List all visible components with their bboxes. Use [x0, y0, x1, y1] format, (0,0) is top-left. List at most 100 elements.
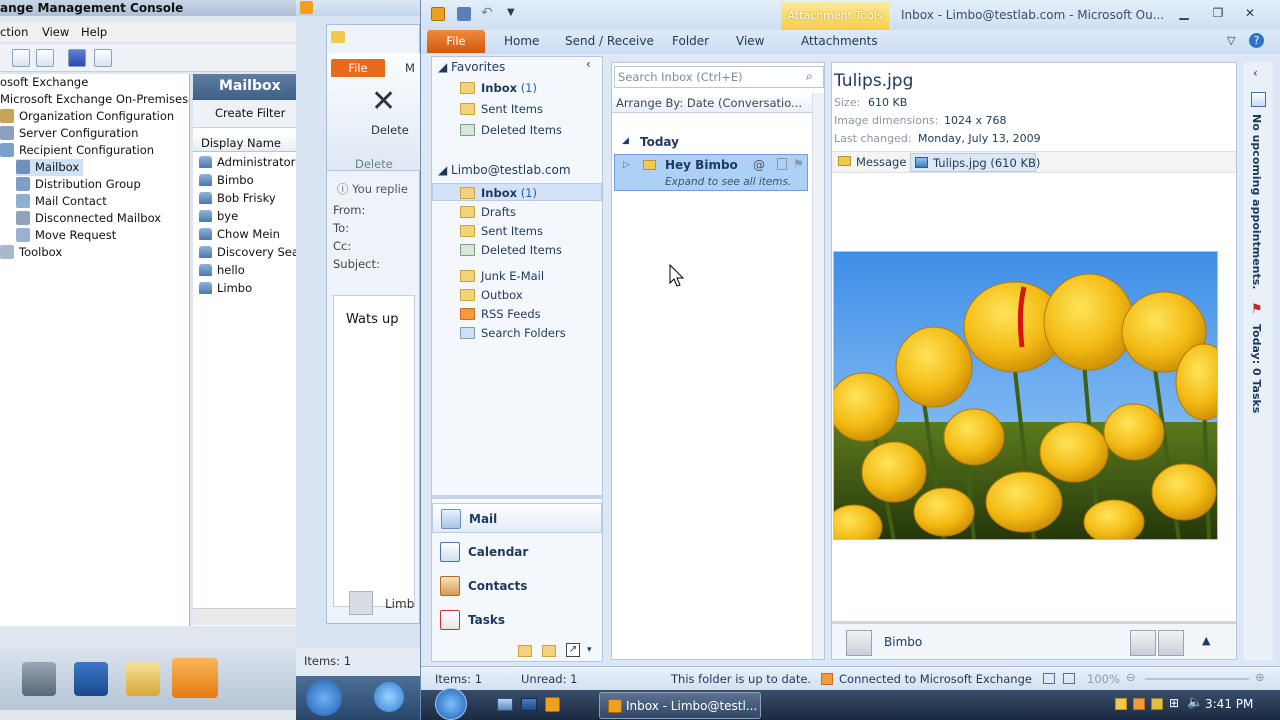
configure-buttons-icon[interactable]: ▾ — [587, 645, 592, 655]
message-tab[interactable]: Message — [856, 155, 906, 169]
help-icon[interactable]: ? — [1249, 33, 1264, 48]
favorite-sent-items[interactable]: Sent Items — [460, 100, 543, 118]
calendar-icon[interactable] — [1251, 92, 1266, 107]
qat-dropdown-icon[interactable]: ▼ — [507, 7, 515, 18]
tab-view[interactable]: View — [736, 34, 764, 48]
tab-home[interactable]: Home — [504, 34, 539, 48]
pane-icon[interactable] — [94, 49, 112, 67]
nav-tasks[interactable]: Tasks — [432, 605, 602, 635]
tray-warning-icon[interactable] — [1133, 698, 1145, 710]
tray-icon[interactable] — [1151, 698, 1163, 710]
tree-item[interactable]: Toolbox — [0, 244, 62, 261]
splitter[interactable] — [432, 495, 602, 499]
up-icon[interactable] — [12, 49, 30, 67]
message-body[interactable]: Wats up — [333, 295, 415, 607]
message-row[interactable]: ▷ Hey Bimbo @ ⚑ Expand to see all items. — [614, 154, 808, 191]
undo-icon[interactable]: ↶ — [481, 5, 493, 21]
zoom-level[interactable]: 100% — [1087, 672, 1120, 686]
folder-sent-items[interactable]: Sent Items — [460, 222, 543, 240]
volume-icon[interactable]: 🔈 — [1187, 695, 1203, 710]
list-item[interactable]: Chow Mein — [199, 225, 280, 243]
collapse-group-icon[interactable]: ◢ — [622, 136, 629, 146]
favorite-inbox[interactable]: Inbox (1) — [460, 79, 537, 97]
horizontal-scrollbar[interactable] — [193, 608, 296, 625]
nav-calendar[interactable]: Calendar — [432, 537, 602, 567]
help-icon[interactable] — [68, 49, 86, 67]
tree-item[interactable]: Distribution Group — [16, 176, 141, 193]
tab-folder[interactable]: Folder — [672, 34, 709, 48]
folder-rss-feeds[interactable]: RSS Feeds — [460, 305, 541, 323]
clock[interactable]: 3:41 PM — [1205, 697, 1253, 711]
message-tab[interactable]: M — [405, 61, 415, 75]
menu-view[interactable]: View — [42, 25, 69, 39]
tree-item[interactable]: Move Request — [16, 227, 116, 244]
list-item[interactable]: Discovery Sea — [199, 243, 299, 261]
attachment-file-tab[interactable]: Tulips.jpg (610 KB) — [910, 153, 1040, 172]
expand-icon[interactable]: ▷ — [623, 160, 630, 170]
account-header[interactable]: ◢ Limbo@testlab.com — [438, 163, 571, 177]
flag-icon[interactable]: ⚑ — [793, 157, 804, 171]
shortcuts-icon[interactable]: ↗ — [566, 643, 580, 657]
properties-icon[interactable] — [36, 49, 54, 67]
folder-deleted-items[interactable]: Deleted Items — [460, 241, 562, 259]
explorer-icon[interactable] — [126, 662, 160, 696]
exchange-icon[interactable] — [172, 658, 218, 698]
taskbar-button-outlook[interactable]: Inbox - Limbo@testl... — [599, 692, 761, 719]
maximize-icon[interactable]: ❐ — [1211, 6, 1225, 20]
folder-outbox[interactable]: Outbox — [460, 286, 523, 304]
delete-icon[interactable]: ✕ — [371, 87, 396, 117]
menu-action[interactable]: ction — [0, 25, 28, 39]
start-button[interactable] — [306, 680, 342, 716]
tree-item-mailbox[interactable]: Mailbox — [16, 159, 84, 176]
notes-icon[interactable] — [518, 645, 532, 657]
delete-button[interactable]: Delete — [371, 123, 409, 137]
arrange-by-header[interactable]: Arrange By: Date (Conversatio... — [612, 93, 812, 113]
favorites-header[interactable]: ◢ Favorites — [438, 60, 505, 74]
save-icon[interactable] — [457, 7, 471, 21]
folder-junk-email[interactable]: Junk E-Mail — [460, 267, 544, 285]
zoom-slider[interactable] — [1145, 678, 1249, 680]
list-item[interactable]: Administrator — [199, 153, 295, 171]
expand-people-pane-icon[interactable]: ▲ — [1202, 634, 1210, 647]
tree-item[interactable]: Microsoft Exchange On-Premises (ex — [0, 91, 210, 108]
powershell-icon[interactable] — [74, 662, 108, 696]
search-input[interactable]: Search Inbox (Ctrl+E) — [614, 66, 824, 88]
folder-search-folders[interactable]: Search Folders — [460, 324, 566, 342]
normal-view-icon[interactable] — [1043, 673, 1055, 684]
menu-help[interactable]: Help — [81, 25, 107, 39]
network-icon[interactable]: ⊞ — [1169, 696, 1179, 710]
tree-item[interactable]: Recipient Configuration — [0, 142, 154, 159]
reading-view-icon[interactable] — [1063, 673, 1075, 684]
close-icon[interactable]: ✕ — [1243, 6, 1257, 20]
nav-contacts[interactable]: Contacts — [432, 571, 602, 601]
category-icon[interactable] — [777, 158, 787, 170]
vertical-scrollbar[interactable] — [812, 93, 824, 659]
tree-item[interactable]: Disconnected Mailbox — [16, 210, 161, 227]
tab-attachments[interactable]: Attachments — [801, 34, 878, 48]
show-desktop-icon[interactable] — [497, 698, 513, 711]
ie-icon[interactable] — [374, 682, 404, 712]
list-item[interactable]: hello — [199, 261, 245, 279]
list-item[interactable]: Bob Frisky — [199, 189, 276, 207]
search-icon[interactable]: ⌕ — [806, 69, 813, 84]
collapse-pane-icon[interactable]: ‹ — [586, 57, 591, 71]
folder-inbox[interactable]: Inbox (1) — [432, 183, 602, 201]
zoom-out-icon[interactable]: ⊖ — [1126, 670, 1136, 684]
server-manager-icon[interactable] — [22, 662, 56, 696]
connection-status[interactable]: Connected to Microsoft Exchange — [839, 672, 1032, 686]
tab-send-receive[interactable]: Send / Receive — [565, 34, 654, 48]
list-item[interactable]: bye — [199, 207, 238, 225]
tray-outlook-icon[interactable] — [1115, 698, 1127, 710]
folder-drafts[interactable]: Drafts — [460, 203, 516, 221]
list-item[interactable]: Bimbo — [199, 171, 254, 189]
minimize-icon[interactable]: ▁ — [1177, 6, 1191, 20]
tree-item[interactable]: osoft Exchange — [0, 74, 88, 91]
create-filter-button[interactable]: Create Filter — [193, 100, 296, 128]
tree-item[interactable]: Mail Contact — [16, 193, 107, 210]
column-header[interactable]: Display Name — [193, 134, 296, 152]
tab-file[interactable]: File — [427, 30, 485, 53]
folder-list-icon[interactable] — [542, 645, 556, 657]
ribbon-collapse-icon[interactable]: ▽ — [1227, 34, 1235, 47]
start-button[interactable] — [435, 688, 467, 720]
nav-mail[interactable]: Mail — [432, 503, 602, 533]
